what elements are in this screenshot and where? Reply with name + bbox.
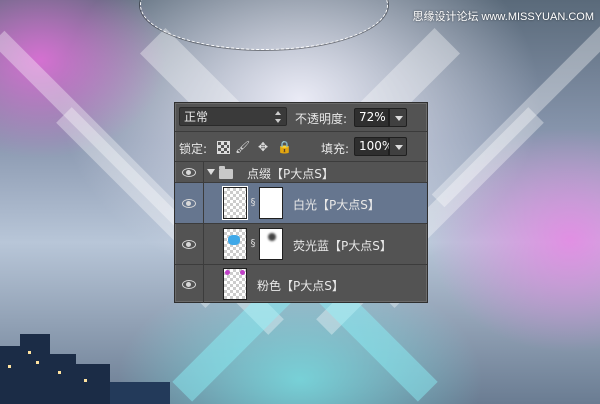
fill-input[interactable]: 100% [354,137,393,156]
lock-image-pixels-brush-icon[interactable]: 🖌 [235,140,250,154]
layer-mask-thumbnail[interactable] [259,187,283,219]
opacity-input[interactable]: 72% [354,108,389,127]
layer-name: 点缀【P大点S】 [247,167,334,181]
column-divider [203,162,204,182]
layer-thumbnail[interactable] [223,228,247,260]
layer-name: 粉色【P大点S】 [257,279,344,293]
fill-dropdown-button[interactable] [389,137,407,156]
building [110,382,170,404]
window-light [28,351,31,354]
opacity-label: 不透明度: [295,112,348,126]
lock-transparent-pixels-icon[interactable] [217,141,230,154]
layer-mask-thumbnail[interactable] [259,228,283,260]
column-divider [203,183,204,223]
opacity-dropdown-button[interactable] [389,108,407,127]
light-stripe [431,10,600,208]
layer-row[interactable]: § 荧光蓝【P大点S】 [175,223,427,264]
building [76,364,110,404]
mask-link-chain-icon[interactable]: § [249,196,257,210]
layers-panel: 正常 不透明度: 72% 锁定: 🖌 ✥ 🔒 填充: 100% 点缀【P大点S】… [174,102,428,303]
building [50,354,76,404]
layer-name: 荧光蓝【P大点S】 [293,239,392,253]
select-arrows-icon [275,111,283,123]
column-divider [203,224,204,264]
window-light [84,379,87,382]
window-light [8,365,11,368]
window-light [36,361,39,364]
layer-row[interactable]: 粉色【P大点S】 [175,264,427,303]
mask-link-chain-icon[interactable]: § [249,237,257,251]
lock-all-padlock-icon[interactable]: 🔒 [277,140,292,154]
expand-triangle-icon[interactable] [207,169,215,175]
blend-opacity-row: 正常 不透明度: 72% [175,103,427,131]
layer-thumbnail[interactable] [223,268,247,300]
thumbnail-pink-content [240,270,245,275]
building [0,346,22,404]
mask-dark-spot [268,233,276,241]
visibility-eye-icon[interactable] [182,240,196,249]
thumbnail-blue-content [228,235,240,245]
layer-group-row[interactable]: 点缀【P大点S】 [175,161,427,182]
layer-row-selected[interactable]: § 白光【P大点S】 [175,182,427,223]
layer-name: 白光【P大点S】 [293,198,380,212]
layer-thumbnail[interactable] [222,186,248,220]
watermark: 思缘设计论坛 www.MISSYUAN.COM [412,11,594,23]
visibility-eye-icon[interactable] [182,168,196,177]
blend-mode-select[interactable]: 正常 [179,107,287,126]
fill-label: 填充: [321,142,350,156]
visibility-eye-icon[interactable] [182,199,196,208]
folder-icon [219,166,233,179]
lock-position-move-icon[interactable]: ✥ [256,140,270,154]
visibility-eye-icon[interactable] [182,280,196,289]
column-divider [203,265,204,303]
divider [175,131,427,132]
building [20,334,50,404]
thumbnail-pink-content [225,270,230,275]
window-light [58,371,61,374]
lock-label: 锁定: [179,142,208,156]
blend-mode-value: 正常 [184,110,209,124]
